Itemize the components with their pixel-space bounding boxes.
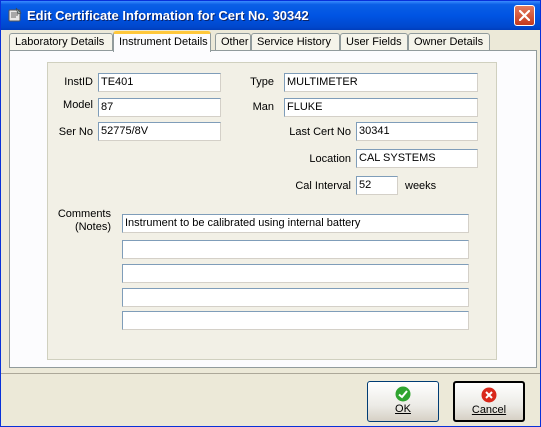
type-label: Type bbox=[250, 76, 274, 88]
instrument-group: InstID TE401 Model 87 Ser No 52775/8V Ty… bbox=[47, 62, 497, 360]
comment-line-2[interactable] bbox=[122, 240, 469, 259]
tab-user-fields[interactable]: User Fields bbox=[340, 33, 408, 51]
comment-line-4[interactable] bbox=[122, 288, 469, 307]
ok-button[interactable]: OK bbox=[367, 381, 439, 422]
serno-label: Ser No bbox=[58, 126, 93, 138]
last-cert-field[interactable]: 30341 bbox=[356, 122, 478, 141]
window-title: Edit Certificate Information for Cert No… bbox=[27, 8, 309, 23]
footer-divider bbox=[1, 373, 540, 374]
cal-interval-label: Cal Interval bbox=[295, 180, 351, 192]
cancel-label: Cancel bbox=[471, 404, 507, 416]
comment-line-3[interactable] bbox=[122, 264, 469, 283]
close-button[interactable] bbox=[514, 5, 535, 26]
instrument-details-panel: InstID TE401 Model 87 Ser No 52775/8V Ty… bbox=[9, 50, 537, 368]
comment-line-5[interactable] bbox=[122, 311, 469, 330]
ok-label: OK bbox=[395, 403, 411, 415]
last-cert-label: Last Cert No bbox=[289, 126, 351, 138]
comment-line-1[interactable]: Instrument to be calibrated using intern… bbox=[122, 214, 469, 233]
tab-instrument-details[interactable]: Instrument Details bbox=[113, 31, 211, 52]
model-field[interactable]: 87 bbox=[98, 98, 221, 117]
tab-owner-details[interactable]: Owner Details bbox=[408, 33, 490, 51]
serno-field[interactable]: 52775/8V bbox=[98, 122, 221, 141]
checkmark-icon bbox=[395, 386, 411, 402]
title-bar[interactable]: Edit Certificate Information for Cert No… bbox=[1, 1, 540, 30]
model-label: Model bbox=[63, 99, 93, 111]
comments-label: Comments bbox=[57, 208, 111, 220]
cancel-button[interactable]: Cancel bbox=[453, 381, 525, 422]
cal-interval-unit: weeks bbox=[405, 180, 437, 192]
type-field[interactable]: MULTIMETER bbox=[284, 73, 478, 92]
tab-laboratory-details[interactable]: Laboratory Details bbox=[9, 33, 113, 51]
location-field[interactable]: CAL SYSTEMS bbox=[356, 149, 478, 168]
close-icon bbox=[519, 10, 530, 21]
dialog-window: Edit Certificate Information for Cert No… bbox=[0, 0, 541, 427]
tab-other[interactable]: Other bbox=[215, 33, 251, 51]
instid-field[interactable]: TE401 bbox=[98, 73, 221, 92]
man-label: Man bbox=[252, 101, 274, 113]
instid-label: InstID bbox=[64, 76, 93, 88]
cal-interval-field[interactable]: 52 bbox=[356, 176, 398, 195]
app-icon bbox=[7, 7, 23, 23]
tab-service-history[interactable]: Service History bbox=[251, 33, 340, 51]
cancel-icon bbox=[481, 387, 497, 403]
comments-sublabel: (Notes) bbox=[74, 221, 111, 233]
location-label: Location bbox=[309, 153, 351, 165]
man-field[interactable]: FLUKE bbox=[284, 98, 478, 117]
